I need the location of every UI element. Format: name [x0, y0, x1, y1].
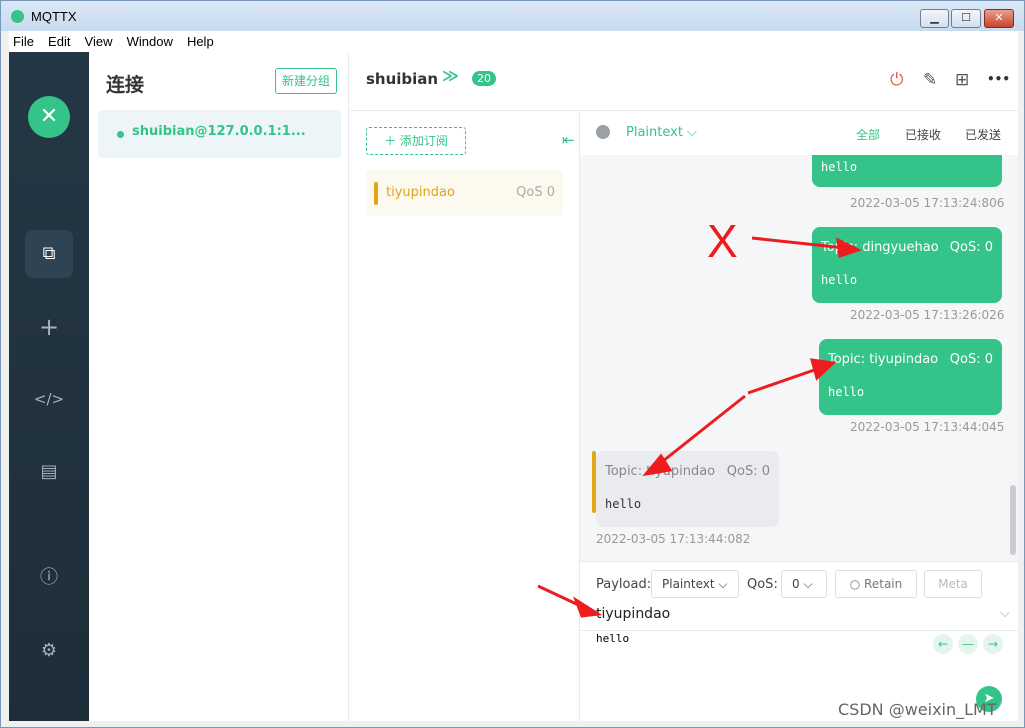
subscriptions-panel: ＋ 添加订阅 ⇤ tiyupindao QoS 0	[349, 111, 580, 721]
message-bubble-sent: hello	[812, 155, 1002, 187]
status-dot	[117, 131, 124, 138]
message-scrollbar[interactable]	[1010, 485, 1016, 555]
message-topic: Topic: tiyupindao	[828, 352, 939, 367]
message-time: 2022-03-05 17:13:24:806	[850, 196, 1005, 210]
menu-help[interactable]: Help	[183, 31, 218, 49]
message-bubble-sent: Topic: dingyuehao QoS: 0 hello	[812, 227, 1002, 303]
message-count-badge: 20	[472, 71, 496, 86]
filter-all[interactable]: 全部	[856, 126, 880, 143]
connection-title: shuibian	[366, 70, 439, 88]
qos-label: QoS:	[747, 577, 778, 592]
menu-bar: File Edit View Window Help	[9, 31, 1018, 52]
message-qos: QoS: 0	[949, 240, 993, 255]
messages-panel: Plaintext ⌵ 全部 已接收 已发送 hello 2022-03-05 …	[580, 111, 1018, 721]
subscription-qos: QoS 0	[516, 185, 555, 200]
filter-sent[interactable]: 已发送	[965, 126, 1001, 143]
message-composer: Payload: Plaintext ⌵ QoS: 0 ⌵ ○ Retain M…	[580, 561, 1018, 721]
connections-icon[interactable]: ⧉	[25, 230, 73, 278]
subscription-item[interactable]: tiyupindao QoS 0	[366, 170, 563, 216]
minimize-button[interactable]: ▁	[920, 9, 949, 28]
mqttx-app-icon	[11, 10, 24, 23]
side-nav: ✕ ⧉ + </> ▤ ⓘ ⚙	[9, 52, 89, 721]
plus-icon[interactable]: +	[25, 303, 73, 351]
connection-name: shuibian@127.0.0.1:1...	[132, 124, 306, 139]
info-icon[interactable]: ⓘ	[25, 554, 73, 602]
edit-icon[interactable]: ✎	[923, 70, 937, 90]
log-icon[interactable]: ▤	[25, 448, 73, 496]
payload-format-select[interactable]: Plaintext ⌵	[626, 125, 697, 140]
payload-label: Payload:	[596, 577, 652, 592]
add-subscription-button[interactable]: ＋ 添加订阅	[366, 127, 466, 155]
messages-header: Plaintext ⌵ 全部 已接收 已发送	[580, 111, 1018, 155]
close-button[interactable]: ✕	[984, 9, 1014, 28]
message-topic: Topic: tiyupindao	[605, 464, 716, 479]
topic-input[interactable]: tiyupindao	[596, 606, 670, 622]
message-payload: hello	[821, 273, 858, 287]
message-time: 2022-03-05 17:13:44:082	[596, 532, 751, 546]
collapse-icon[interactable]: ⇤	[562, 131, 575, 149]
subscription-topic: tiyupindao	[386, 185, 455, 200]
app-window: MQTTX ▁ ☐ ✕ File Edit View Window Help ✕…	[0, 0, 1025, 728]
retain-checkbox[interactable]: ○ Retain	[835, 570, 917, 598]
more-icon[interactable]: •••	[987, 72, 1010, 86]
message-qos: QoS: 0	[726, 464, 770, 479]
gear-icon[interactable]: ⚙	[25, 627, 73, 675]
meta-button[interactable]: Meta	[924, 570, 982, 598]
subscription-color-bar	[374, 182, 378, 205]
watermark: CSDN @weixin_LMT	[838, 700, 997, 719]
menu-view[interactable]: View	[81, 31, 117, 49]
payload-format-dropdown[interactable]: Plaintext ⌵	[651, 570, 739, 598]
history-forward-icon[interactable]: →	[983, 634, 1003, 654]
menu-edit[interactable]: Edit	[44, 31, 74, 49]
new-group-button[interactable]: 新建分组	[275, 68, 337, 94]
connections-title: 连接	[106, 74, 145, 96]
title-bar: MQTTX ▁ ☐ ✕	[1, 1, 1024, 31]
message-bubble-received: Topic: tiyupindao QoS: 0 hello	[596, 451, 779, 527]
expand-chevron-icon[interactable]: ≫	[442, 66, 459, 85]
chevron-down-icon[interactable]: ⌵	[1000, 606, 1010, 621]
maximize-button[interactable]: ☐	[951, 9, 981, 28]
connections-panel: 连接 新建分组 shuibian@127.0.0.1:1...	[89, 52, 349, 721]
message-topic: Topic: dingyuehao	[821, 240, 939, 255]
payload-type-icon	[596, 125, 610, 139]
history-back-icon[interactable]: ←	[933, 634, 953, 654]
filter-received[interactable]: 已接收	[905, 126, 941, 143]
message-time: 2022-03-05 17:13:26:026	[850, 308, 1005, 322]
history-reset-icon[interactable]: —	[958, 634, 978, 654]
power-icon[interactable]: ⏻	[890, 70, 903, 90]
connection-header: shuibian ≫ 20 ⏻ ✎ ⊞ •••	[349, 52, 1018, 111]
connection-item[interactable]: shuibian@127.0.0.1:1...	[98, 110, 341, 158]
code-icon[interactable]: </>	[25, 375, 73, 423]
message-qos: QoS: 0	[949, 352, 993, 367]
menu-window[interactable]: Window	[123, 31, 177, 49]
qos-dropdown[interactable]: 0 ⌵	[781, 570, 827, 598]
window-title: MQTTX	[31, 9, 77, 24]
message-bubble-sent: Topic: tiyupindao QoS: 0 hello	[819, 339, 1002, 415]
message-payload: hello	[605, 497, 642, 511]
message-time: 2022-03-05 17:13:44:045	[850, 420, 1005, 434]
menu-file[interactable]: File	[9, 31, 38, 49]
new-window-icon[interactable]: ⊞	[955, 70, 969, 90]
message-payload: hello	[821, 160, 858, 174]
message-payload: hello	[828, 385, 865, 399]
composer-divider	[580, 630, 1018, 631]
mqttx-logo: ✕	[28, 96, 70, 138]
message-list: hello 2022-03-05 17:13:24:806 Topic: din…	[580, 155, 1018, 561]
app-content: ✕ ⧉ + </> ▤ ⓘ ⚙ 连接 新建分组 shuibian@127.0.0…	[9, 52, 1018, 721]
payload-input[interactable]: hello	[596, 632, 629, 645]
